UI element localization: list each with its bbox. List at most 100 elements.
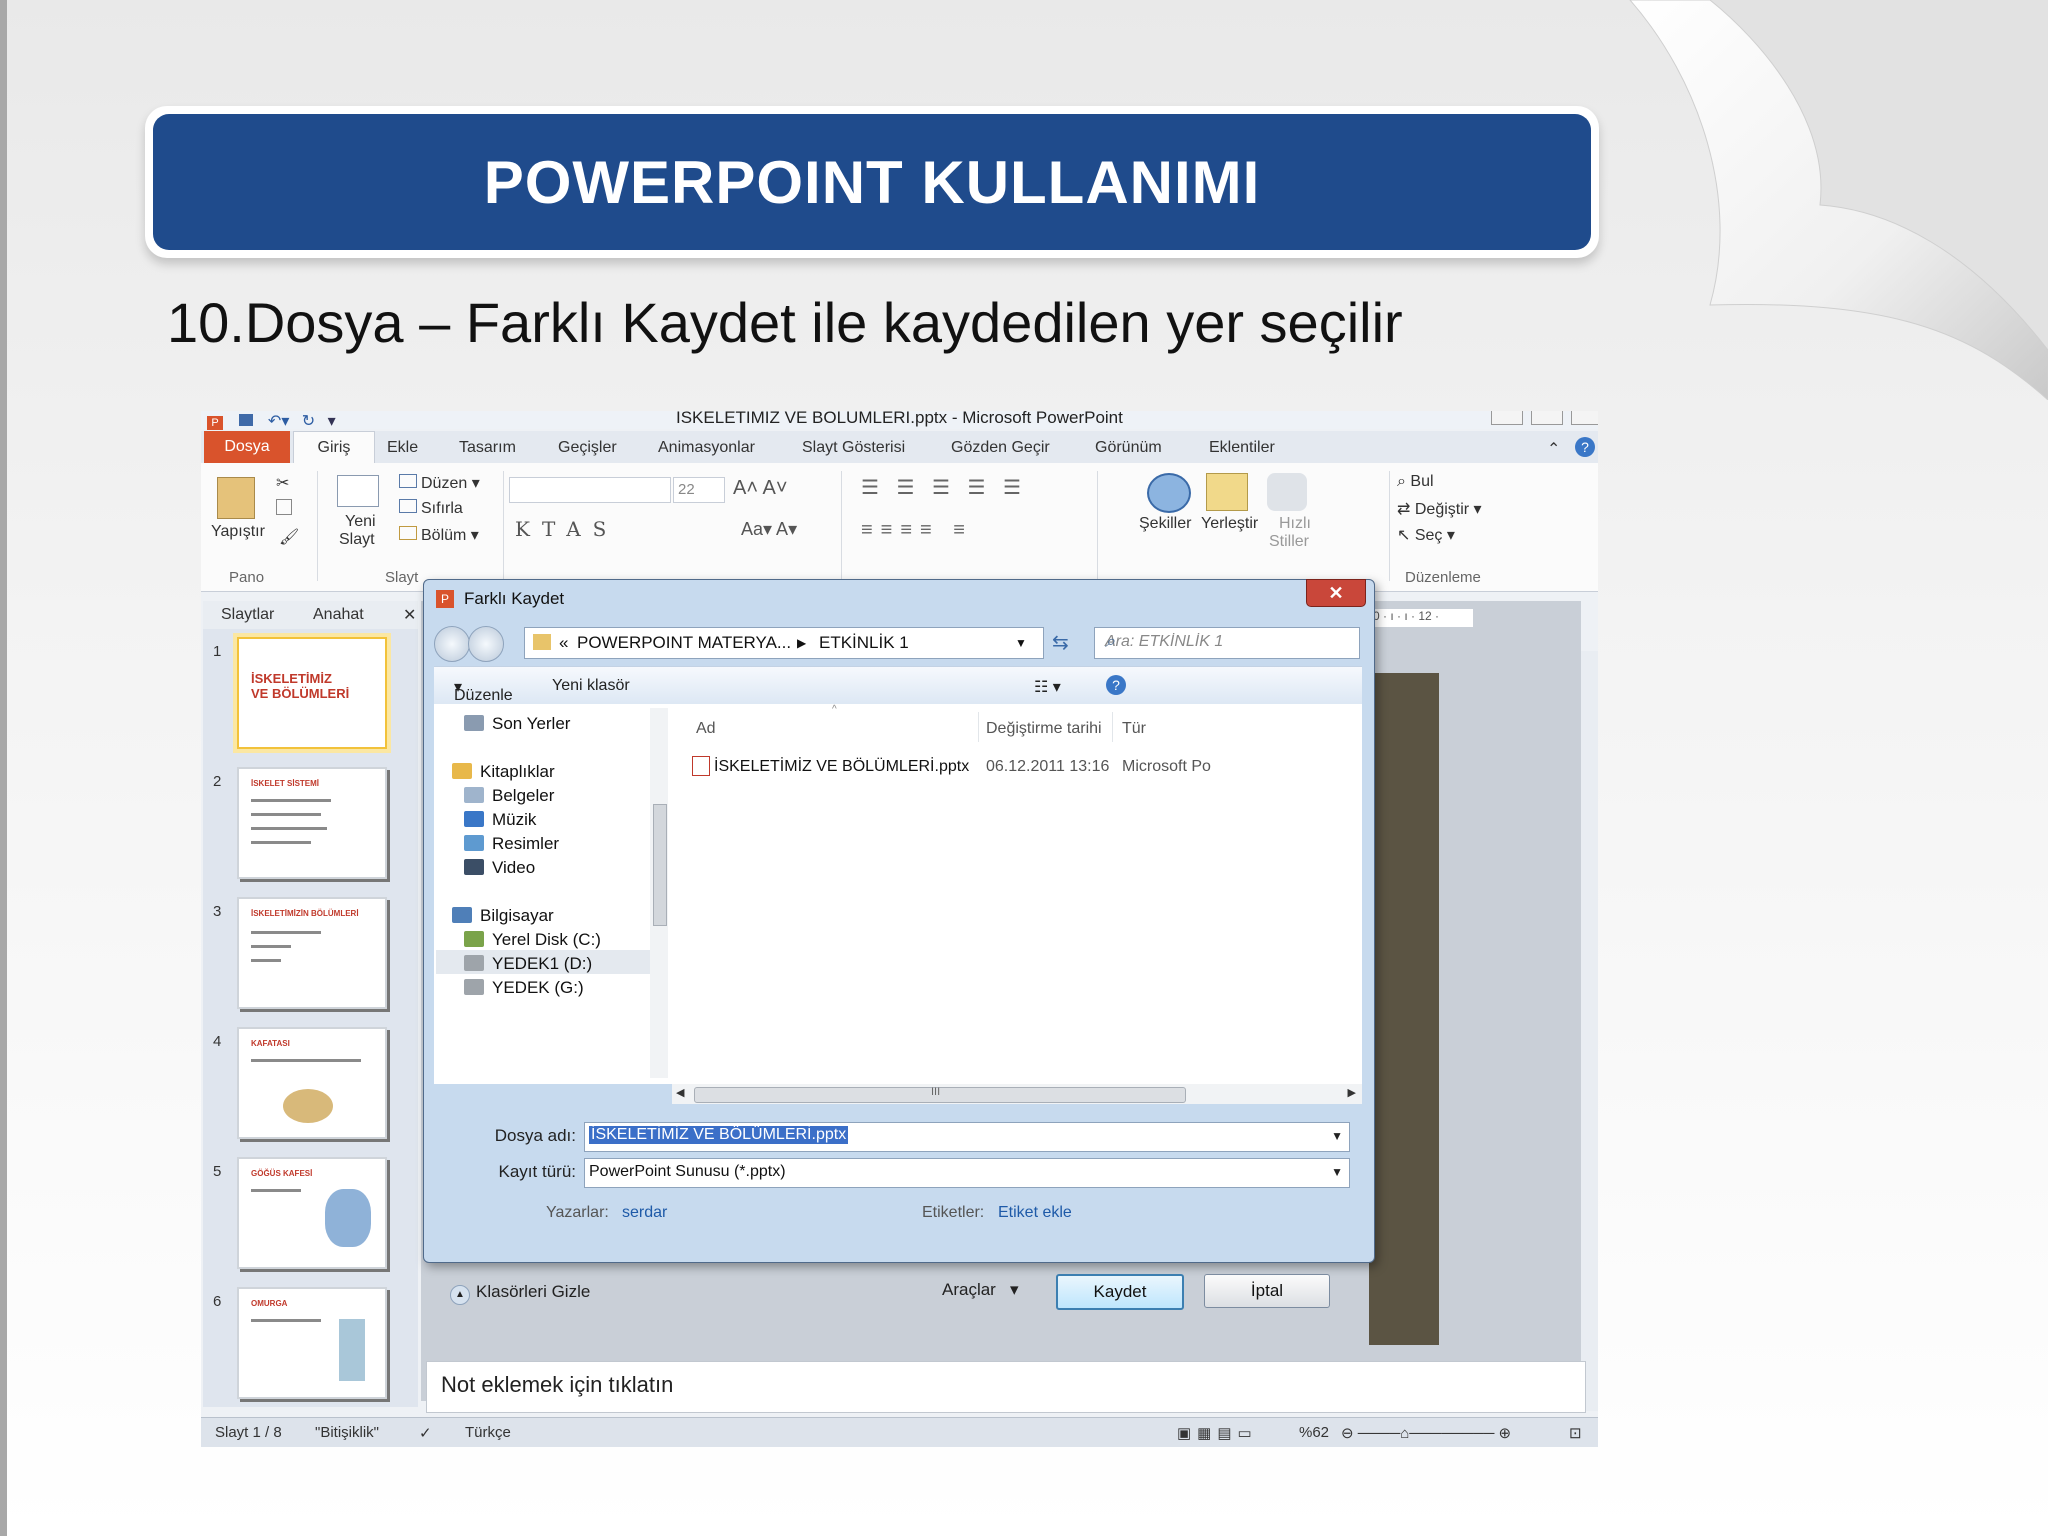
slide-thumbnail[interactable]: KAFATASI: [237, 1027, 387, 1139]
find-button[interactable]: ⌕ Bul: [1397, 473, 1434, 491]
nav-son-yerler[interactable]: Son Yerler: [464, 714, 570, 734]
close-window-button[interactable]: [1571, 411, 1598, 425]
breadcrumb-overflow[interactable]: «: [559, 633, 568, 653]
nav-yedek[interactable]: YEDEK (G:): [464, 978, 584, 998]
hide-folders-button[interactable]: ▲ Klasörleri Gizle: [450, 1282, 590, 1305]
organize-button[interactable]: Düzenle ▾: [454, 677, 513, 704]
column-modified[interactable]: Değiştirme tarihi: [986, 720, 1102, 738]
layout-button[interactable]: Düzen ▾: [399, 473, 480, 493]
font-format-buttons[interactable]: KTAS: [515, 517, 618, 541]
shapes-button[interactable]: Şekiller: [1139, 515, 1191, 533]
status-zoom[interactable]: %62: [1299, 1424, 1329, 1441]
undo-icon[interactable]: ↶▾: [268, 413, 289, 430]
slide-thumbnail[interactable]: OMURGA: [237, 1287, 387, 1399]
tab-gozden-gecir[interactable]: Gözden Geçir: [951, 439, 1050, 457]
tab-giris[interactable]: Giriş: [293, 431, 375, 464]
paste-button[interactable]: Yapıştır: [211, 523, 265, 541]
minimize-ribbon-icon[interactable]: ⌃: [1547, 439, 1560, 459]
new-folder-button[interactable]: Yeni klasör: [552, 677, 630, 695]
file-row[interactable]: İSKELETİMİZ VE BÖLÜMLERİ.pptx 06.12.2011…: [672, 752, 1362, 782]
column-name[interactable]: Ad: [696, 720, 716, 738]
arrange-button[interactable]: Yerleştir: [1201, 515, 1258, 533]
spell-check-icon[interactable]: ✓: [419, 1424, 432, 1442]
tab-gecisler[interactable]: Geçişler: [558, 439, 617, 457]
alignment-buttons[interactable]: ≡≡≡≡ ≡: [861, 519, 973, 542]
tags-value[interactable]: Etiket ekle: [998, 1204, 1072, 1222]
breadcrumb-current[interactable]: ETKİNLİK 1: [819, 633, 909, 653]
status-language[interactable]: Türkçe: [465, 1424, 511, 1441]
search-box[interactable]: Ara: ETKİNLİK 1 ⌕: [1094, 627, 1360, 659]
back-button[interactable]: [434, 626, 470, 662]
scroll-left-icon[interactable]: ◀: [676, 1086, 684, 1099]
quick-styles-label-2[interactable]: Stiller: [1269, 533, 1309, 551]
close-pane-icon[interactable]: ✕: [403, 605, 416, 625]
authors-value[interactable]: serdar: [622, 1204, 667, 1222]
new-slide-label-2[interactable]: Slayt: [339, 531, 375, 549]
notes-pane[interactable]: Not eklemek için tıklatın: [426, 1361, 1586, 1413]
tab-dosya[interactable]: Dosya: [204, 431, 290, 463]
copy-icon[interactable]: [276, 499, 292, 515]
quick-styles-label-1[interactable]: Hızlı: [1279, 515, 1311, 533]
slide-thumbnail[interactable]: İSKELETİMİZ VE BÖLÜMLERİ: [237, 637, 387, 749]
scroll-right-icon[interactable]: ▶: [1348, 1086, 1356, 1099]
new-slide-label-1[interactable]: Yeni: [345, 513, 376, 531]
scroll-thumb[interactable]: III: [694, 1086, 1186, 1103]
tab-slaytlar[interactable]: Slaytlar: [221, 606, 274, 624]
format-painter-icon[interactable]: 🖌: [279, 527, 299, 547]
save-button[interactable]: Kaydet: [1056, 1274, 1184, 1310]
slide-thumbnail[interactable]: İSKELET SİSTEMİ: [237, 767, 387, 879]
reset-button[interactable]: Sıfırla: [399, 499, 463, 518]
tab-gorunum[interactable]: Görünüm: [1095, 439, 1162, 457]
nav-belgeler[interactable]: Belgeler: [464, 786, 554, 806]
new-slide-icon[interactable]: [337, 475, 379, 507]
file-name-field[interactable]: İSKELETİMİZ VE BÖLÜMLERİ.pptx ▼: [584, 1122, 1350, 1152]
quick-access-toolbar[interactable]: P ↶▾ ↻ ▾: [207, 411, 336, 431]
address-dropdown-icon[interactable]: ▼: [1015, 636, 1027, 650]
vertical-scrollbar[interactable]: [1581, 651, 1598, 1411]
nav-bilgisayar[interactable]: Bilgisayar: [452, 906, 554, 926]
dialog-help-icon[interactable]: ?: [1106, 675, 1126, 695]
tab-anahat[interactable]: Anahat: [313, 606, 364, 624]
file-name-dropdown-icon[interactable]: ▼: [1331, 1129, 1343, 1143]
replace-button[interactable]: ⇄ Değiştir ▾: [1397, 499, 1482, 519]
fit-window-icon[interactable]: ⊡: [1569, 1424, 1582, 1442]
redo-icon[interactable]: ↻: [302, 413, 315, 430]
forward-button[interactable]: [468, 626, 504, 662]
cancel-button[interactable]: İptal: [1204, 1274, 1330, 1308]
zoom-slider[interactable]: ⊖ ────⌂──────── ⊕: [1341, 1424, 1511, 1442]
quick-styles-icon[interactable]: [1267, 473, 1307, 511]
nav-muzik[interactable]: Müzik: [464, 810, 536, 830]
save-type-select[interactable]: PowerPoint Sunusu (*.pptx) ▼: [584, 1158, 1350, 1188]
shapes-icon[interactable]: [1147, 473, 1191, 513]
nav-yerel-disk[interactable]: Yerel Disk (C:): [464, 930, 601, 950]
paragraph-buttons[interactable]: ☰ ☰ ☰ ☰ ☰: [861, 475, 1027, 500]
cut-icon[interactable]: ✂: [276, 473, 289, 493]
minimize-button[interactable]: [1491, 411, 1523, 425]
font-color-buttons[interactable]: Aa▾ A▾: [741, 519, 797, 540]
slide-thumbnail[interactable]: İSKELETİMİZİN BÖLÜMLERİ: [237, 897, 387, 1009]
tab-slayt-gosterisi[interactable]: Slayt Gösterisi: [802, 439, 905, 457]
font-grow-shrink-buttons[interactable]: A˄ A˅: [733, 477, 788, 500]
save-type-dropdown-icon[interactable]: ▼: [1331, 1165, 1343, 1179]
maximize-button[interactable]: [1531, 411, 1563, 425]
section-button[interactable]: Bölüm ▾: [399, 525, 479, 545]
refresh-icon[interactable]: ⇆: [1052, 630, 1069, 655]
view-buttons[interactable]: ▣▦▤▭: [1177, 1424, 1258, 1442]
nav-kitapliklar[interactable]: Kitaplıklar: [452, 762, 555, 782]
nav-resimler[interactable]: Resimler: [464, 834, 559, 854]
address-bar[interactable]: « POWERPOINT MATERYA... ▶ ETKİNLİK 1 ▼: [524, 627, 1044, 659]
select-button[interactable]: ↖ Seç ▾: [1397, 525, 1455, 545]
view-options-icon[interactable]: ☷ ▾: [1034, 677, 1061, 697]
help-icon[interactable]: ?: [1575, 437, 1595, 457]
column-type[interactable]: Tür: [1122, 720, 1146, 738]
arrange-icon[interactable]: [1206, 473, 1248, 511]
save-icon[interactable]: [239, 414, 254, 426]
horizontal-scrollbar[interactable]: ◀ III ▶: [672, 1084, 1362, 1104]
nav-scroll-thumb[interactable]: [653, 804, 667, 926]
tab-tasarim[interactable]: Tasarım: [459, 439, 516, 457]
dialog-close-button[interactable]: ✕: [1306, 579, 1366, 607]
slide-thumbnail[interactable]: GÖĞÜS KAFESİ: [237, 1157, 387, 1269]
breadcrumb-parent[interactable]: POWERPOINT MATERYA...: [577, 633, 791, 653]
tab-ekle[interactable]: Ekle: [387, 439, 418, 457]
tab-animasyonlar[interactable]: Animasyonlar: [658, 439, 755, 457]
